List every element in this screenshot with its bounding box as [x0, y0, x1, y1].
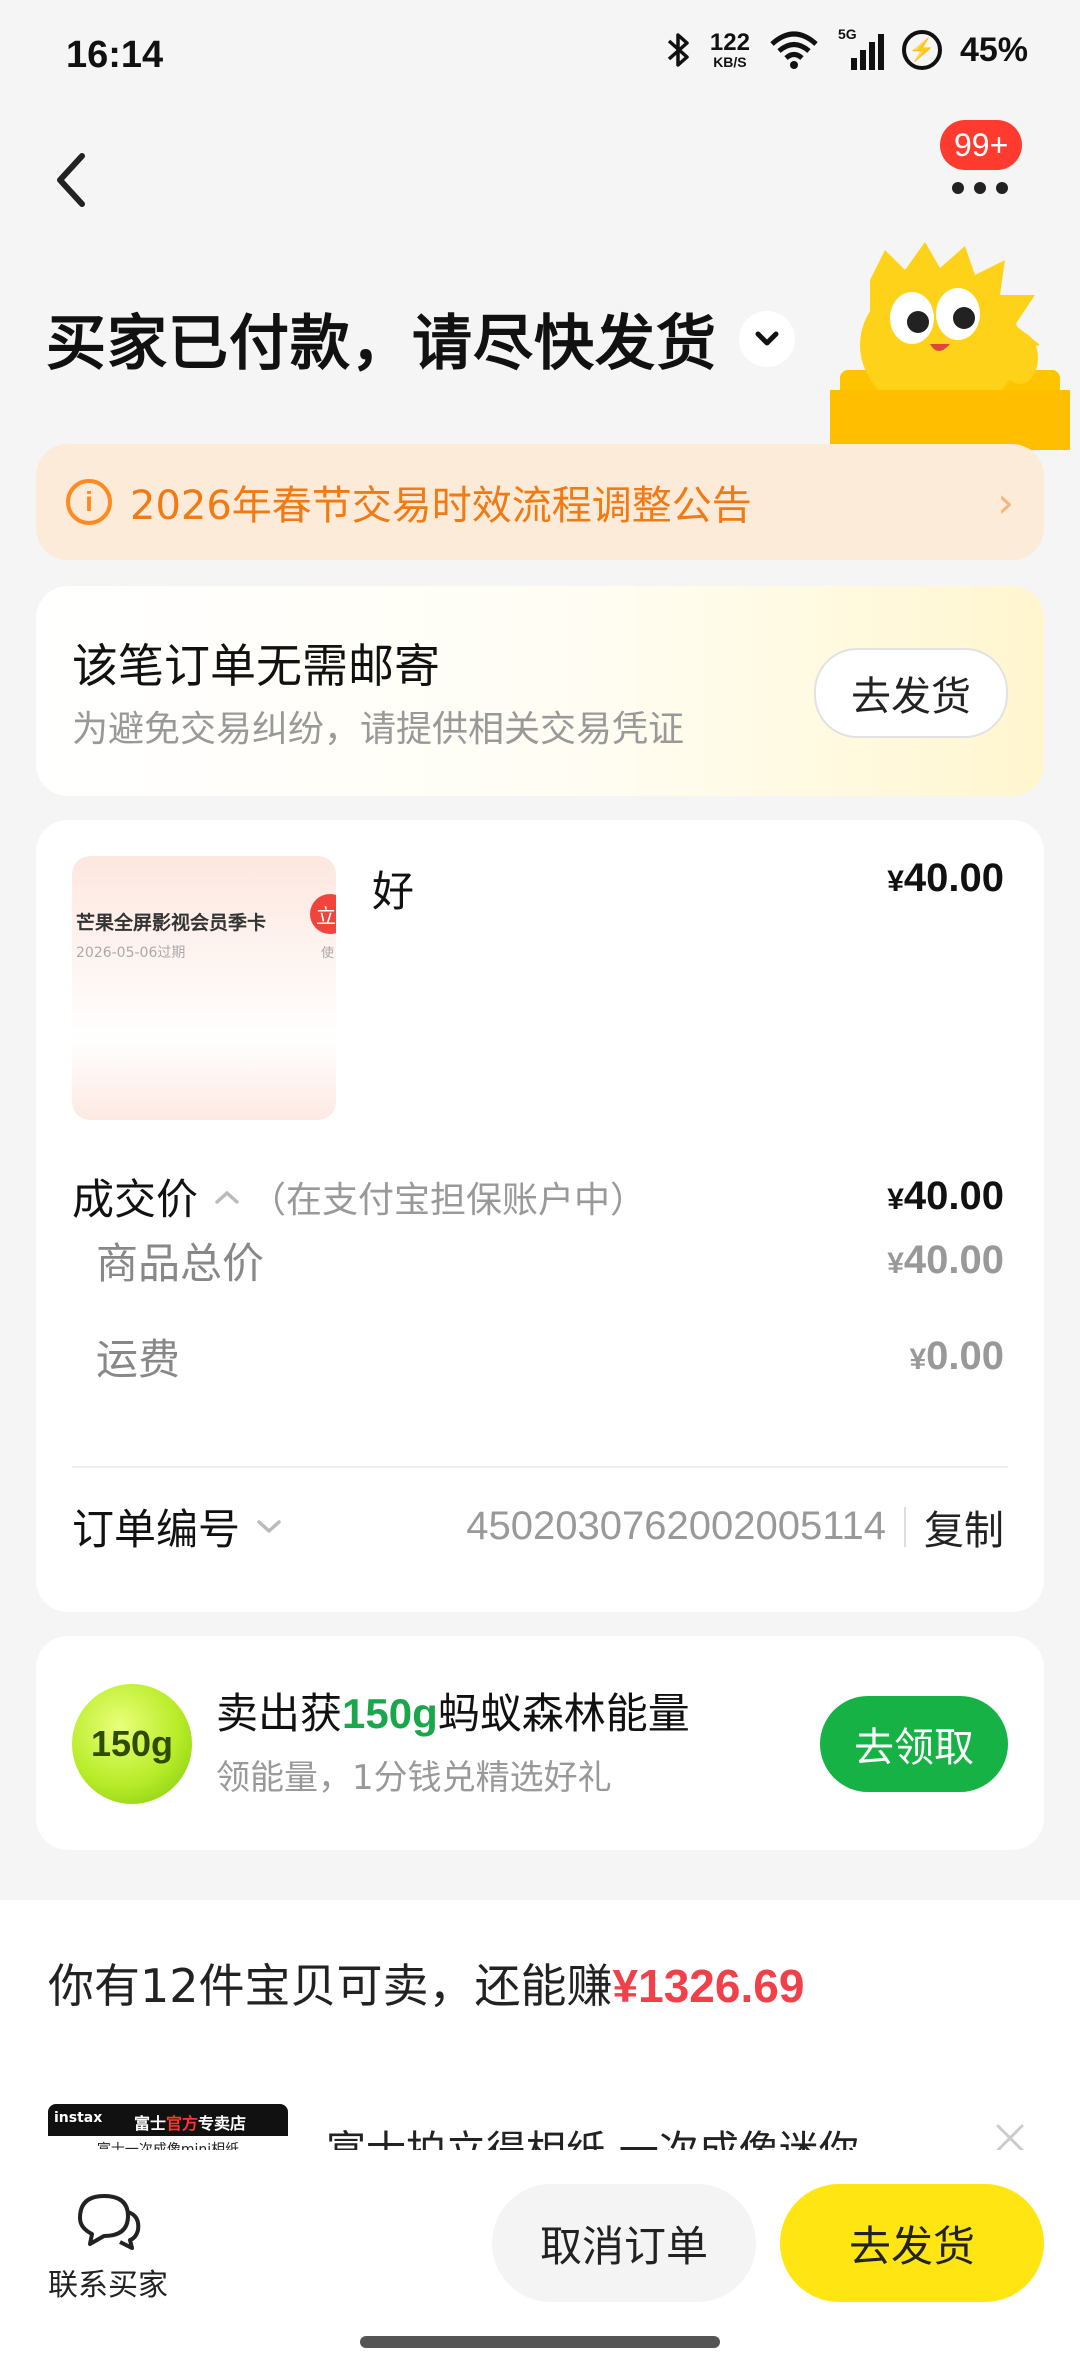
shipping-subtitle: 为避免交易纠纷，请提供相关交易凭证 — [72, 709, 685, 750]
page-title-row: 买家已付款，请尽快发货 — [46, 295, 795, 382]
back-button[interactable] — [48, 140, 98, 220]
announcement-banner[interactable]: i 2026年春节交易时效流程调整公告 › — [36, 444, 1044, 560]
order-card: 芒果全屏影视会员季卡 2026-05-06过期 立 使 好 ¥40.00 成交价… — [36, 820, 1044, 1612]
deal-price-value: ¥40.00 — [887, 1174, 1004, 1218]
goods-total-label: 商品总价 — [96, 1239, 265, 1288]
separator — [904, 1506, 906, 1547]
mascot-illustration — [830, 242, 1070, 450]
cellular-signal-icon: 5G — [838, 26, 884, 70]
thumb-date: 2026-05-06过期 — [76, 945, 186, 961]
chevron-down-icon — [755, 331, 779, 345]
deal-price-label: 成交价 — [72, 1175, 199, 1224]
home-indicator[interactable] — [360, 2336, 720, 2348]
product-thumbnail[interactable]: 芒果全屏影视会员季卡 2026-05-06过期 立 使 — [72, 856, 336, 1120]
order-number-value: 4502030762002005114 — [466, 1504, 886, 1548]
order-number-row: 订单编号 4502030762002005114 复制 — [72, 1496, 1004, 1557]
chevron-down-icon[interactable] — [254, 1517, 284, 1537]
sell-hint: 你有12件宝贝可卖，还能赚¥1326.69 — [48, 1959, 805, 2013]
deal-price-row[interactable]: 成交价 （在支付宝担保账户中） ¥40.00 — [72, 1166, 1004, 1227]
claim-energy-button[interactable]: 去领取 — [820, 1696, 1008, 1792]
wifi-icon — [770, 31, 818, 69]
bluetooth-icon — [667, 33, 689, 67]
shipping-card: 该笔订单无需邮寄 为避免交易纠纷，请提供相关交易凭证 去发货 — [36, 586, 1044, 796]
energy-title: 卖出获150g蚂蚁森林能量 — [216, 1689, 690, 1738]
thumb-side-text: 使 — [320, 946, 334, 961]
info-icon: i — [66, 479, 112, 525]
energy-subtitle: 领能量，1分钱兑精选好礼 — [216, 1758, 612, 1798]
ship-button[interactable]: 去发货 — [780, 2184, 1044, 2302]
chat-bubble-icon — [78, 2194, 141, 2250]
goods-total-value: ¥40.00 — [887, 1238, 1004, 1282]
product-price: ¥40.00 — [887, 856, 1004, 900]
net-speed: 122 KB/S — [709, 29, 750, 70]
thumb-badge: 立 — [310, 894, 336, 934]
shipping-fee-row: 运费 ¥0.00 — [72, 1326, 1004, 1387]
chevron-up-icon — [215, 1190, 239, 1204]
contact-buyer-button[interactable]: 联系买家 — [48, 2190, 168, 2304]
chevron-right-icon: › — [997, 477, 1014, 527]
shipping-fee-label: 运费 — [96, 1335, 181, 1384]
energy-card: 150g 卖出获150g蚂蚁森林能量 领能量，1分钱兑精选好礼 去领取 — [36, 1636, 1044, 1850]
ship-card-button[interactable]: 去发货 — [814, 648, 1008, 738]
battery-percent: 45% — [959, 30, 1028, 69]
thumb-title: 芒果全屏影视会员季卡 — [76, 912, 267, 934]
page-title: 买家已付款，请尽快发货 — [46, 309, 717, 379]
divider — [72, 1466, 1008, 1468]
copy-button[interactable]: 复制 — [924, 1498, 1004, 1556]
order-number-label: 订单编号 — [72, 1505, 241, 1554]
status-bar: 16:14 122 KB/S 5G ⚡ 45% — [0, 0, 1080, 110]
energy-ball-icon: 150g — [72, 1684, 192, 1804]
chevron-left-icon — [57, 153, 85, 207]
status-expand-button[interactable] — [739, 310, 795, 367]
deal-price-note: （在支付宝担保账户中） — [250, 1179, 647, 1221]
shipping-fee-value: ¥0.00 — [909, 1334, 1004, 1378]
goods-total-row: 商品总价 ¥40.00 — [72, 1230, 1004, 1291]
shipping-title: 该笔订单无需邮寄 — [72, 639, 440, 693]
message-badge: 99+ — [940, 120, 1023, 170]
product-name: 好 — [372, 867, 415, 916]
status-time: 16:14 — [66, 34, 164, 76]
contact-buyer-label: 联系买家 — [48, 2268, 168, 2303]
cancel-order-button[interactable]: 取消订单 — [492, 2184, 756, 2302]
battery-icon: ⚡ — [901, 30, 942, 70]
announcement-text: 2026年春节交易时效流程调整公告 — [130, 483, 752, 529]
status-icons: 122 KB/S 5G ⚡ 45% — [666, 26, 1028, 70]
more-dots-icon — [952, 182, 1008, 194]
